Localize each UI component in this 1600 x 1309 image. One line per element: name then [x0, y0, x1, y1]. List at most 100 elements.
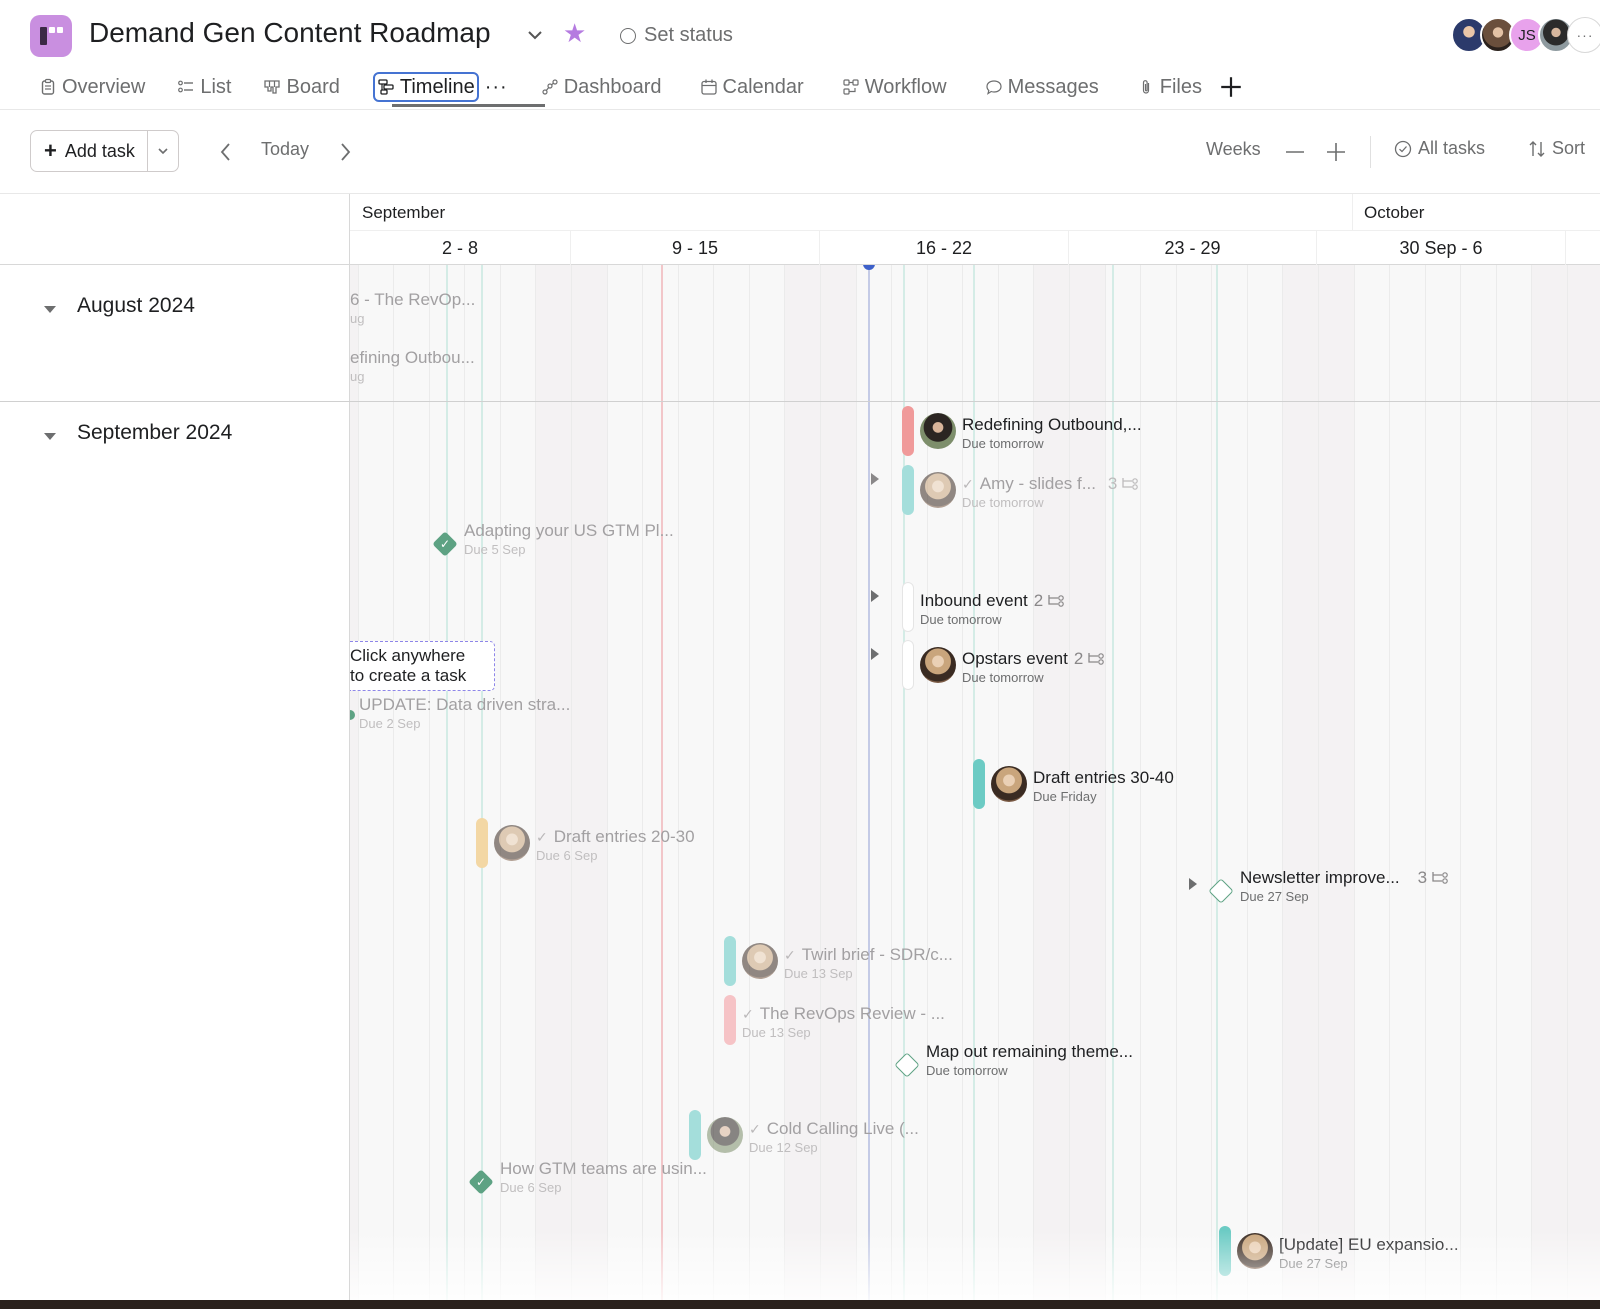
previous-period-button[interactable] [216, 140, 236, 164]
tab-options-button[interactable]: ··· [485, 72, 508, 102]
assignee-avatar[interactable] [742, 943, 778, 979]
task-item[interactable]: 6 - The RevOp... ug [350, 285, 475, 326]
zoom-level-selector[interactable]: Weeks [1206, 139, 1261, 160]
task-bar[interactable] [902, 582, 914, 632]
assignee-avatar[interactable] [920, 413, 956, 449]
task-bar[interactable] [689, 1110, 701, 1160]
task-item[interactable]: ✓ Adapting your US GTM Pl... Due 5 Sep [432, 521, 674, 557]
tab-messages[interactable]: Messages [982, 72, 1102, 102]
day-column[interactable] [1175, 265, 1212, 1309]
task-name: How GTM teams are usin... [500, 1159, 707, 1178]
milestone-complete-icon[interactable] [350, 710, 355, 720]
task-item[interactable]: efining Outbou... ug [350, 343, 475, 384]
task-bar[interactable] [724, 936, 736, 986]
day-column[interactable] [1353, 265, 1390, 1309]
collapse-triangle-icon[interactable] [42, 430, 58, 442]
day-column[interactable] [1246, 265, 1283, 1309]
tab-dashboard[interactable]: Dashboard [538, 72, 665, 102]
task-item[interactable]: UPDATE: Data driven stra... Due 2 Sep [350, 695, 570, 731]
task-item[interactable]: ✓ Cold Calling Live (... Due 12 Sep [689, 1110, 919, 1160]
milestone-complete-icon[interactable]: ✓ [432, 531, 458, 557]
expand-subtasks-icon[interactable] [870, 589, 880, 603]
tab-board[interactable]: Board [260, 72, 342, 102]
project-members[interactable]: JS ··· [1451, 17, 1600, 53]
day-column[interactable] [1495, 265, 1532, 1309]
day-column[interactable] [535, 265, 571, 1309]
assignee-avatar[interactable] [920, 647, 956, 683]
add-tab-button[interactable] [1217, 72, 1245, 102]
expand-subtasks-icon[interactable] [870, 647, 880, 661]
task-item[interactable]: ✓ Twirl brief - SDR/c... Due 13 Sep [724, 936, 953, 986]
day-column[interactable] [606, 265, 643, 1309]
collapse-triangle-icon[interactable] [42, 303, 58, 315]
milestone-icon[interactable] [894, 1052, 920, 1078]
add-task-button[interactable]: + Add task [31, 131, 148, 171]
task-bar[interactable] [902, 640, 914, 690]
dashboard-icon [542, 79, 558, 95]
create-task-hint[interactable]: Click anywhere to create a task [350, 641, 495, 691]
week-label: 2 - 8 [350, 231, 571, 266]
day-column[interactable] [1389, 265, 1425, 1309]
add-task-dropdown[interactable] [148, 131, 178, 171]
assignee-avatar[interactable] [1237, 1233, 1273, 1269]
tab-timeline[interactable]: Timeline [372, 72, 479, 102]
day-column[interactable] [1566, 265, 1600, 1309]
task-item[interactable]: ✓ Draft entries 20-30 Due 6 Sep [476, 818, 695, 868]
day-column[interactable] [570, 265, 607, 1309]
task-item[interactable]: ✓ How GTM teams are usin... Due 6 Sep [468, 1159, 707, 1195]
section-title[interactable]: September 2024 [77, 421, 232, 445]
task-filter-button[interactable]: All tasks [1394, 138, 1485, 159]
tab-files[interactable]: Files [1134, 72, 1205, 102]
task-item[interactable]: Map out remaining theme... Due tomorrow [894, 1042, 1133, 1078]
task-item[interactable]: Newsletter improve... 3 Due 27 Sep [1208, 868, 1449, 904]
project-icon[interactable] [30, 15, 72, 57]
task-bar[interactable] [902, 465, 914, 515]
task-item[interactable]: Redefining Outbound,... Due tomorrow [902, 406, 1142, 456]
day-column[interactable] [357, 265, 394, 1309]
day-column[interactable] [393, 265, 429, 1309]
day-column[interactable] [499, 265, 536, 1309]
zoom-out-button[interactable] [1283, 140, 1307, 164]
milestone-complete-icon[interactable]: ✓ [468, 1169, 494, 1195]
task-bar[interactable] [724, 995, 736, 1045]
day-column[interactable] [1317, 265, 1354, 1309]
tab-list[interactable]: List [174, 72, 234, 102]
task-item[interactable]: ✓ The RevOps Review - ... Due 13 Sep [724, 995, 945, 1045]
task-item[interactable]: Inbound event 2 Due tomorrow [902, 582, 1065, 632]
section-title[interactable]: August 2024 [77, 294, 195, 318]
expand-subtasks-icon[interactable] [1188, 877, 1198, 891]
tab-workflow[interactable]: Workflow [839, 72, 950, 102]
assignee-avatar[interactable] [494, 825, 530, 861]
tab-overview[interactable]: Overview [36, 72, 148, 102]
add-task-split-button: + Add task [30, 130, 179, 172]
favorite-star-icon[interactable]: ★ [563, 20, 586, 46]
task-item[interactable]: [Update] EU expansio... Due 27 Sep [1219, 1226, 1459, 1276]
today-button[interactable]: Today [261, 139, 309, 160]
task-bar[interactable] [973, 759, 985, 809]
milestone-icon[interactable] [1208, 878, 1234, 904]
day-column[interactable] [1282, 265, 1318, 1309]
task-item[interactable]: ✓ Amy - slides f... 3 Due tomorrow [902, 465, 1139, 515]
expand-subtasks-icon[interactable] [870, 472, 880, 486]
day-column[interactable] [1531, 265, 1567, 1309]
task-bar[interactable] [1219, 1226, 1231, 1276]
sort-button[interactable]: Sort [1528, 138, 1585, 159]
next-period-button[interactable] [335, 140, 355, 164]
assignee-avatar[interactable] [707, 1117, 743, 1153]
assignee-avatar[interactable] [920, 472, 956, 508]
task-bar[interactable] [476, 818, 488, 868]
assignee-avatar[interactable] [991, 766, 1027, 802]
tab-calendar[interactable]: Calendar [697, 72, 807, 102]
more-members-button[interactable]: ··· [1567, 17, 1600, 53]
day-column[interactable] [1460, 265, 1496, 1309]
set-status-button[interactable]: Set status [620, 24, 733, 47]
task-bar[interactable] [902, 406, 914, 456]
project-title[interactable]: Demand Gen Content Roadmap [89, 17, 491, 49]
task-item[interactable]: Draft entries 30-40 Due Friday [973, 759, 1174, 809]
day-column[interactable] [1424, 265, 1461, 1309]
chevron-down-icon[interactable] [524, 24, 546, 46]
zoom-in-button[interactable] [1324, 140, 1348, 164]
task-item[interactable]: Opstars event 2 Due tomorrow [902, 640, 1105, 690]
day-column[interactable] [642, 265, 678, 1309]
day-column[interactable] [350, 265, 358, 1309]
